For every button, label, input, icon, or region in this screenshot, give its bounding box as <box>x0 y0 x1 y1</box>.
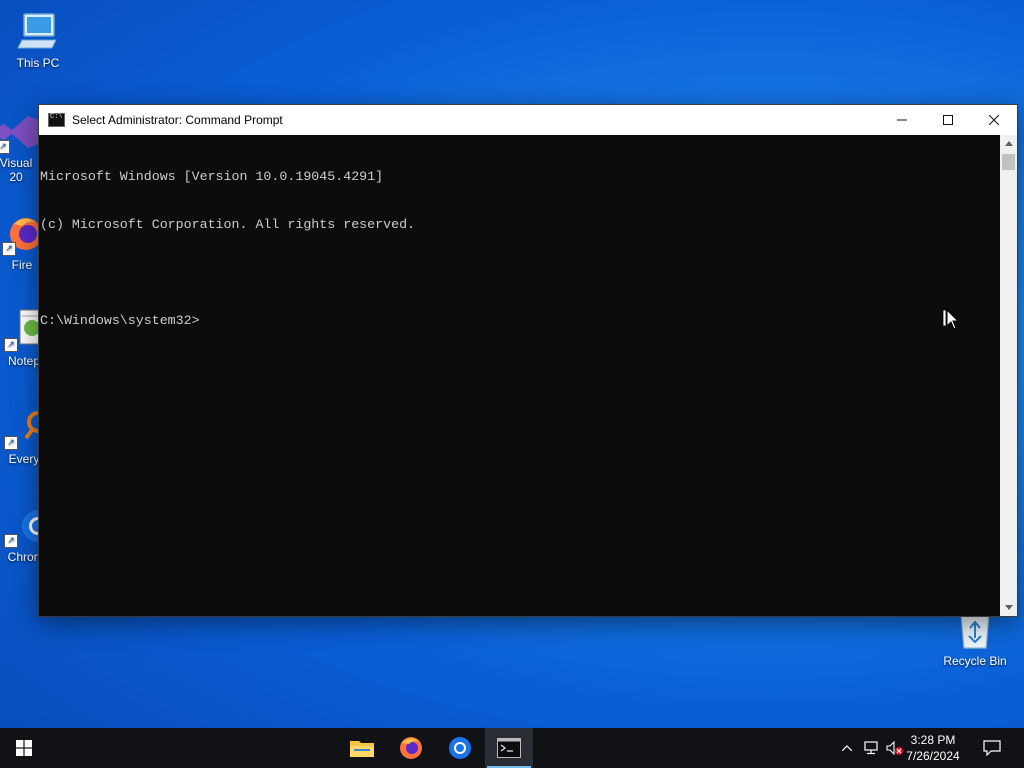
action-center-button[interactable] <box>978 728 1006 768</box>
start-button[interactable] <box>0 728 48 768</box>
notifications-icon <box>983 740 1001 756</box>
desktop-icon-recycle-bin[interactable]: Recycle Bin <box>937 608 1013 668</box>
window-controls <box>879 105 1017 135</box>
chevron-up-icon <box>1004 141 1013 146</box>
maximize-button[interactable] <box>925 105 971 135</box>
minimize-icon <box>897 119 907 121</box>
visual-studio-icon: ↗ <box>0 110 38 154</box>
clock-time: 3:28 PM <box>910 733 956 747</box>
desktop-icon-label: Recycle Bin <box>943 654 1007 668</box>
command-prompt-window[interactable]: Select Administrator: Command Prompt Mic… <box>38 104 1018 617</box>
console-line: Microsoft Windows [Version 10.0.19045.42… <box>40 169 384 184</box>
command-prompt-icon <box>497 738 521 758</box>
console-output[interactable]: Microsoft Windows [Version 10.0.19045.42… <box>39 135 1000 616</box>
scroll-up-button[interactable] <box>1000 135 1017 152</box>
taskbar-file-explorer[interactable] <box>338 728 386 768</box>
window-title: Select Administrator: Command Prompt <box>72 113 283 127</box>
taskbar-command-prompt[interactable] <box>485 728 533 768</box>
shortcut-arrow-icon: ↗ <box>0 140 10 154</box>
mouse-cursor-icon <box>942 308 961 337</box>
console-line: (c) Microsoft Corporation. All rights re… <box>40 217 416 232</box>
chevron-down-icon <box>1004 605 1013 610</box>
shortcut-arrow-icon: ↗ <box>4 534 18 548</box>
close-button[interactable] <box>971 105 1017 135</box>
taskbar-firefox[interactable] <box>387 728 435 768</box>
scroll-down-button[interactable] <box>1000 599 1017 616</box>
network-icon <box>864 741 878 755</box>
vertical-scrollbar[interactable] <box>1000 135 1017 616</box>
taskbar-chrome[interactable] <box>436 728 484 768</box>
maximize-icon <box>943 115 953 125</box>
desktop-icon-this-pc[interactable]: This PC <box>0 10 76 70</box>
network-button[interactable] <box>860 728 882 768</box>
shortcut-arrow-icon: ↗ <box>2 242 16 256</box>
firefox-icon <box>400 737 422 759</box>
taskbar: 3:28 PM 7/26/2024 <box>0 728 1024 768</box>
minimize-button[interactable] <box>879 105 925 135</box>
close-icon <box>989 115 999 125</box>
scrollbar-thumb[interactable] <box>1002 154 1015 170</box>
clock-date: 7/26/2024 <box>906 749 960 763</box>
console-prompt-line: C:\Windows\system32> <box>40 313 200 328</box>
desktop-icon-label: This PC <box>16 56 60 70</box>
windows-logo-icon <box>16 740 32 756</box>
folder-icon <box>350 741 374 757</box>
shortcut-arrow-icon: ↗ <box>4 338 18 352</box>
computer-icon <box>16 10 60 54</box>
show-hidden-icons-button[interactable] <box>836 728 858 768</box>
chevron-up-icon <box>842 745 852 751</box>
window-titlebar[interactable]: Select Administrator: Command Prompt <box>39 105 1017 135</box>
taskbar-clock[interactable]: 3:28 PM 7/26/2024 <box>898 732 968 764</box>
command-prompt-icon <box>48 113 65 127</box>
shortcut-arrow-icon: ↗ <box>4 436 18 450</box>
chrome-icon <box>449 737 471 759</box>
